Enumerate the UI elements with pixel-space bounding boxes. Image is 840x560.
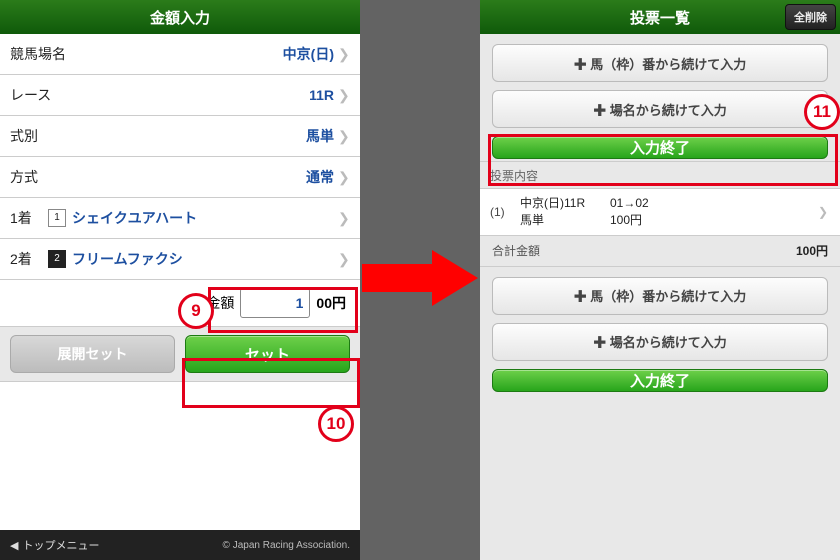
amount-input[interactable] [240, 288, 310, 318]
finish-input-button-top[interactable]: 入力終了 [492, 136, 828, 159]
total-value: 100円 [540, 242, 828, 259]
bet-race: 中京(日)11R 馬単 [520, 195, 610, 229]
delete-all-button[interactable]: 全削除 [785, 4, 836, 30]
total-label: 合計金額 [492, 242, 540, 259]
bet-index: (1) [490, 205, 520, 219]
continue-from-place-button-2[interactable]: ✚ 場名から続けて入力 [492, 323, 828, 361]
bettype-label: 式別 [10, 126, 38, 146]
title: 投票一覧 [630, 7, 690, 28]
chevron-right-icon: ❯ [338, 169, 352, 186]
row-1st[interactable]: 1着 1 シェイクユアハート ❯ [0, 198, 360, 239]
back-to-top-button[interactable]: ◀トップメニュー [0, 537, 109, 553]
continue-from-place-button[interactable]: ✚ 場名から続けて入力 [492, 90, 828, 128]
button-row: 展開セット セット [0, 327, 360, 382]
bottom-buttons: ✚ 馬（枠）番から続けて入力 ✚ 場名から続けて入力 入力終了 [480, 267, 840, 402]
p1-label: 1着 [10, 208, 48, 228]
p1-number: 1 [48, 209, 66, 227]
method-label: 方式 [10, 167, 38, 187]
finish-input-button-bottom[interactable]: 入力終了 [492, 369, 828, 392]
row-method[interactable]: 方式 通常 ❯ [0, 157, 360, 198]
race-value: 11R [51, 87, 338, 103]
chevron-left-icon: ◀ [10, 539, 18, 552]
continue-from-horse-button-2[interactable]: ✚ 馬（枠）番から続けて入力 [492, 277, 828, 315]
p2-number: 2 [48, 250, 66, 268]
top-buttons: ✚ 馬（枠）番から続けて入力 ✚ 場名から続けて入力 入力終了 [480, 34, 840, 161]
method-value: 通常 [38, 167, 338, 187]
titlebar: 金額入力 [0, 0, 360, 34]
spacer [480, 402, 840, 560]
expand-set-button[interactable]: 展開セット [10, 335, 175, 373]
place-value: 中京(日) [66, 44, 338, 64]
p2-horse: フリームファクシ [72, 249, 183, 269]
footer: ◀トップメニュー © Japan Racing Association. [0, 530, 360, 560]
p1-horse: シェイクユアハート [72, 208, 197, 228]
chevron-right-icon: ❯ [338, 128, 352, 145]
title: 金額入力 [150, 7, 210, 28]
place-label: 競馬場名 [10, 44, 66, 64]
amount-entry-screen: 金額入力 競馬場名 中京(日) ❯ レース 11R ❯ 式別 馬単 ❯ 方式 通… [0, 0, 360, 560]
total-row: 合計金額 100円 [480, 236, 840, 267]
arrow-icon [362, 250, 478, 306]
row-2nd[interactable]: 2着 2 フリームファクシ ❯ [0, 239, 360, 280]
bet-row[interactable]: (1) 中京(日)11R 馬単 01→02 100円 ❯ [480, 189, 840, 236]
chevron-right-icon: ❯ [338, 46, 352, 63]
row-place[interactable]: 競馬場名 中京(日) ❯ [0, 34, 360, 75]
titlebar: 投票一覧 全削除 [480, 0, 840, 34]
set-button[interactable]: セット [185, 335, 350, 373]
callout-9: 9 [178, 293, 214, 329]
p2-label: 2着 [10, 249, 48, 269]
form-list: 競馬場名 中京(日) ❯ レース 11R ❯ 式別 馬単 ❯ 方式 通常 ❯ 1… [0, 34, 360, 280]
row-bettype[interactable]: 式別 馬単 ❯ [0, 116, 360, 157]
amount-suffix: 00円 [316, 293, 346, 313]
chevron-right-icon: ❯ [818, 205, 832, 219]
race-label: レース [10, 85, 51, 105]
continue-from-horse-button[interactable]: ✚ 馬（枠）番から続けて入力 [492, 44, 828, 82]
callout-11: 11 [804, 94, 840, 130]
callout-10: 10 [318, 406, 354, 442]
section-header: 投票内容 [480, 161, 840, 189]
bet-detail: 01→02 100円 [610, 195, 818, 229]
chevron-right-icon: ❯ [338, 87, 352, 104]
chevron-right-icon: ❯ [338, 210, 352, 227]
spacer [0, 382, 360, 530]
bettype-value: 馬単 [38, 126, 338, 146]
vote-list-screen: 投票一覧 全削除 ✚ 馬（枠）番から続けて入力 ✚ 場名から続けて入力 入力終了… [480, 0, 840, 560]
chevron-right-icon: ❯ [338, 251, 352, 268]
row-race[interactable]: レース 11R ❯ [0, 75, 360, 116]
copyright: © Japan Racing Association. [109, 540, 360, 551]
